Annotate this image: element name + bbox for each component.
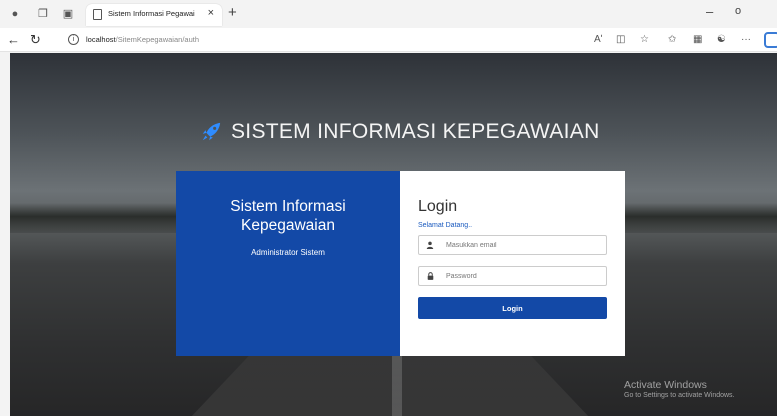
email-input[interactable] — [446, 238, 601, 252]
watermark-line1: Activate Windows — [624, 379, 707, 391]
favorites-bar-icon[interactable]: ✩ — [668, 34, 676, 45]
tab-title: Sistem Informasi Pegawai — [108, 9, 195, 18]
url-text: localhost/SitemKepegawaian/auth — [86, 35, 199, 44]
info-panel-title: Sistem Informasi Kepegawaian — [176, 197, 400, 235]
info-panel-title-line1: Sistem Informasi — [230, 198, 346, 215]
url-path: /SitemKepegawaian/auth — [115, 35, 199, 44]
lock-icon — [419, 267, 441, 285]
favorite-star-icon[interactable]: ☆ — [640, 34, 649, 45]
reader-view-icon[interactable]: ◫ — [616, 34, 625, 45]
more-menu-icon[interactable]: ··· — [741, 34, 751, 45]
info-panel-title-line2: Kepegawaian — [241, 217, 335, 234]
login-page: SISTEM INFORMASI KEPEGAWAIAN Sistem Info… — [10, 53, 777, 416]
info-panel: Sistem Informasi Kepegawaian Administrat… — [176, 171, 400, 356]
new-tab-button[interactable]: + — [228, 4, 237, 21]
extensions-icon[interactable]: ☯ — [717, 34, 726, 45]
reload-icon[interactable]: ↻ — [30, 32, 41, 48]
tab-close-button[interactable]: × — [208, 7, 214, 19]
browser-address-bar: ← ↻ i localhost/SitemKepegawaian/auth Aʹ… — [0, 28, 777, 52]
collections-icon[interactable]: ❐ — [37, 8, 49, 20]
watermark-line2: Go to Settings to activate Windows. — [624, 392, 735, 399]
background-road-line — [392, 353, 402, 416]
window-minimize-button[interactable]: – — [706, 4, 713, 19]
password-input[interactable] — [446, 269, 601, 283]
browser-tab-active[interactable]: Sistem Informasi Pegawai × — [86, 4, 222, 26]
login-button[interactable]: Login — [418, 297, 607, 319]
browser-tab-bar: ● ❐ ▣ Sistem Informasi Pegawai × + – o — [0, 0, 777, 28]
back-arrow-icon[interactable]: ← — [7, 32, 20, 47]
site-info-icon[interactable]: i — [68, 34, 79, 45]
welcome-text: Selamat Datang.. — [418, 222, 473, 229]
profile-icon[interactable]: ● — [9, 8, 21, 20]
page-heading-text: SISTEM INFORMASI KEPEGAWAIAN — [231, 120, 600, 143]
page-heading: SISTEM INFORMASI KEPEGAWAIAN — [200, 120, 600, 144]
user-icon — [419, 236, 441, 254]
read-aloud-icon[interactable]: Aʹ — [594, 34, 603, 45]
page-icon — [93, 9, 102, 20]
url-field[interactable]: i localhost/SitemKepegawaian/auth — [62, 31, 590, 49]
tab-actions-icon[interactable]: ▣ — [62, 8, 74, 20]
email-field[interactable] — [418, 235, 607, 255]
info-panel-subtitle: Administrator Sistem — [251, 248, 325, 257]
login-panel: Login Selamat Datang.. Login — [400, 171, 625, 356]
login-title: Login — [418, 198, 458, 215]
url-host: localhost — [86, 35, 116, 44]
copilot-icon[interactable] — [764, 32, 777, 48]
window-maximize-button[interactable]: o — [735, 5, 741, 17]
collections-toolbar-icon[interactable]: ▦ — [693, 34, 702, 45]
rocket-icon — [202, 122, 221, 141]
password-field[interactable] — [418, 266, 607, 286]
activate-windows-watermark: Activate Windows Go to Settings to activ… — [624, 379, 735, 399]
